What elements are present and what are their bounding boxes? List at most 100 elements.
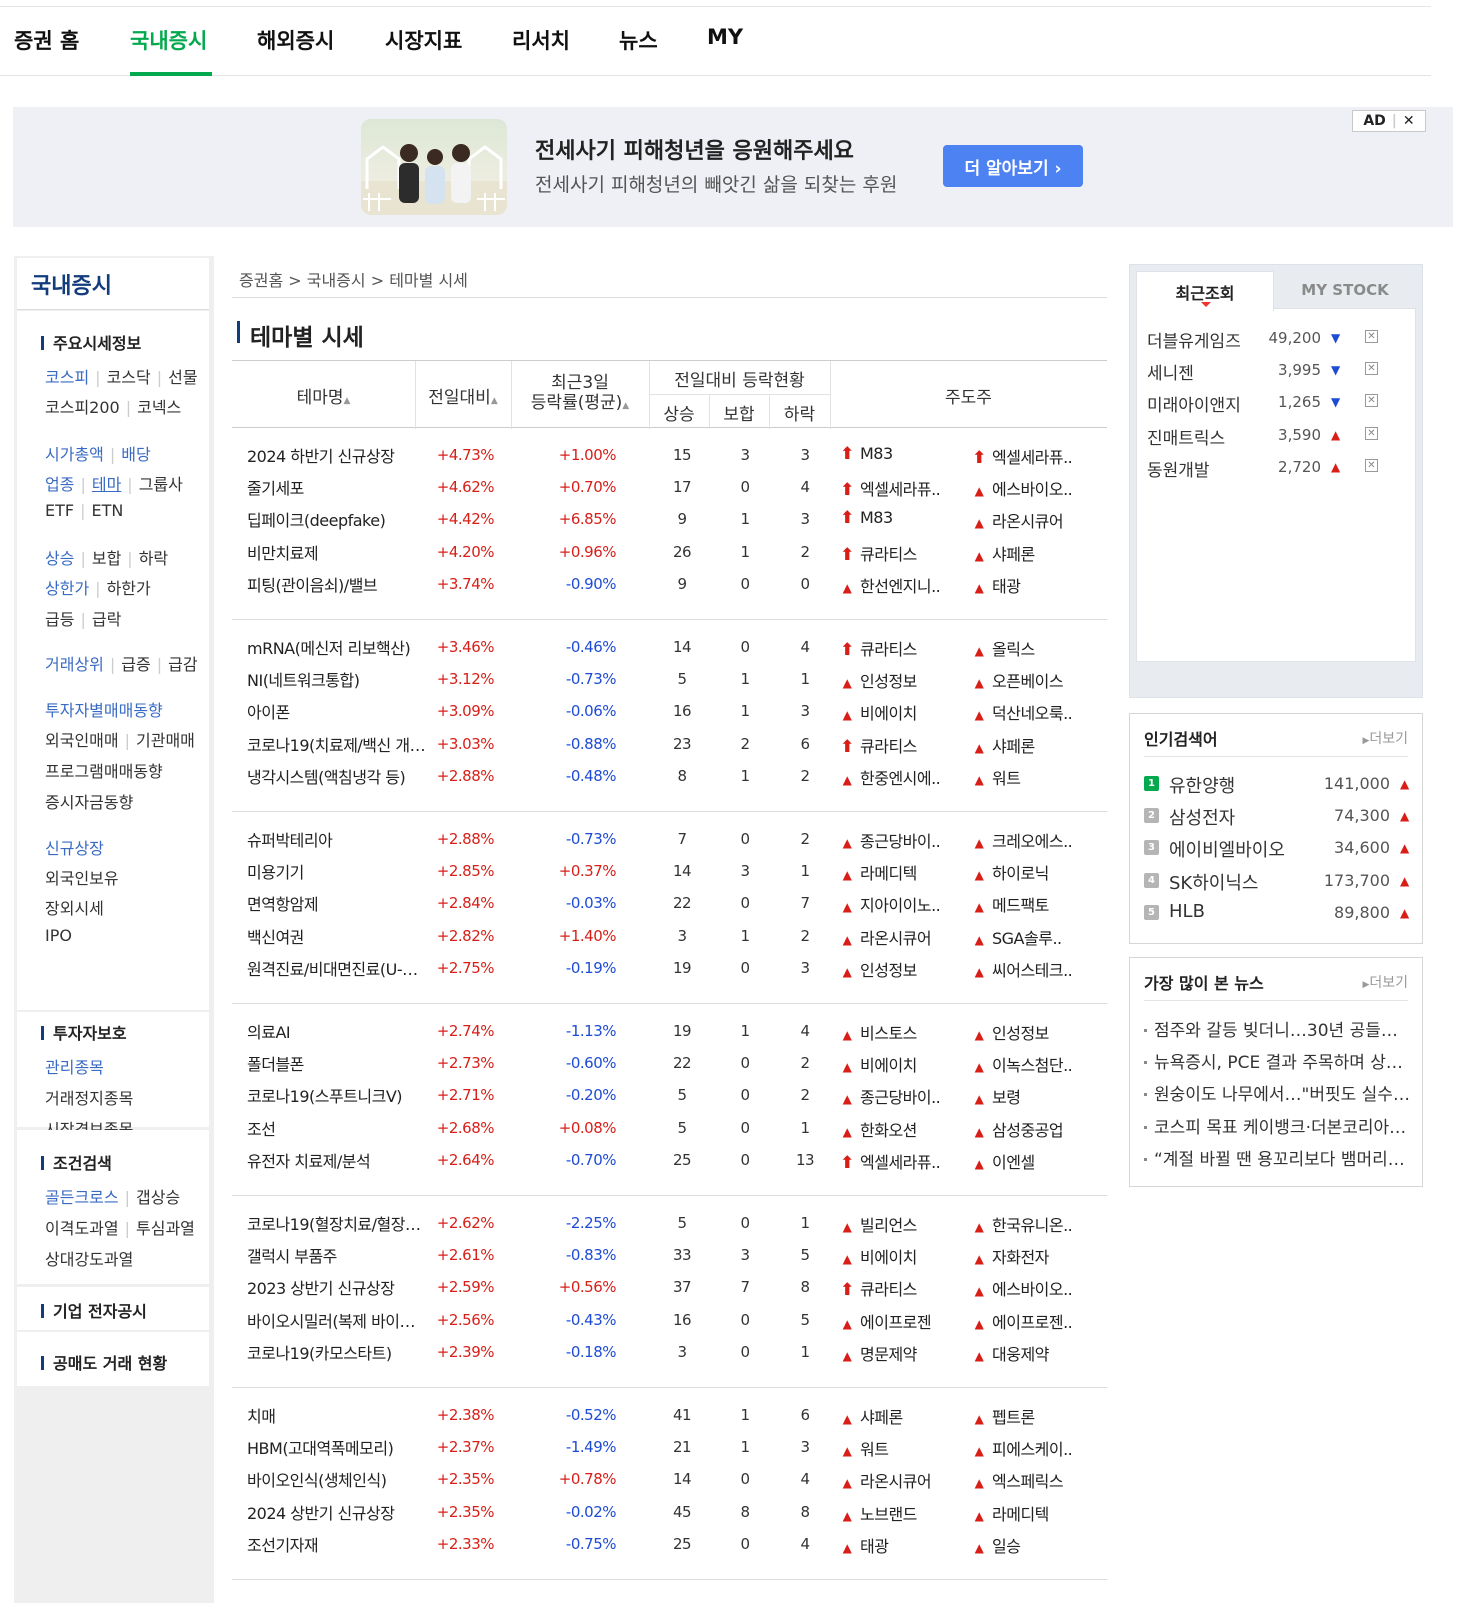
table-row[interactable]: 치매 +2.38% -0.52% 41 1 6 ▲ 샤페론 ▲ 펩트론	[232, 1398, 1107, 1430]
tab-my[interactable]: MY	[707, 25, 743, 49]
popular-stock-name[interactable]: SK하이닉스	[1169, 869, 1258, 895]
leading-stock-link[interactable]: ▲ 샤페론	[840, 1404, 965, 1428]
tab-securities-home[interactable]: 증권 홈	[14, 25, 79, 55]
leading-stock-link[interactable]: ▲ 인성정보	[840, 957, 965, 981]
link-institution-trading[interactable]: 기관매매	[136, 731, 195, 750]
link-fall[interactable]: 하락	[139, 549, 168, 568]
table-row[interactable]: 냉각시스템(액침냉각 등) +2.88% -0.48% 8 1 2 ▲ 한중엔시에.. ▲ 워트	[232, 759, 1107, 791]
table-row[interactable]: 피팅(관이음쇠)/밸브 +3.74% -0.90% 9 0 0 ▲ 한선엔지니.. ▲ 태광	[232, 567, 1107, 599]
table-row[interactable]: 조선 +2.68% +0.08% 5 0 1 ▲ 한화오션 ▲ 삼성중공업	[232, 1111, 1107, 1143]
leading-stock-link[interactable]: ▲ 하이로닉	[972, 860, 1087, 884]
investor-protection-title[interactable]: 투자자보호	[41, 1020, 127, 1044]
table-row[interactable]: mRNA(메신저 리보핵산) +3.46% -0.46% 14 0 4 ⬆ 큐라티스 ▲ 올릭스	[232, 630, 1107, 662]
table-row[interactable]: 조선기자재 +2.33% -0.75% 25 0 4 ▲ 태광 ▲ 일승	[232, 1527, 1107, 1559]
leading-stock-link[interactable]: ▲ 태광	[972, 573, 1087, 597]
theme-name-link[interactable]: 냉각시스템(액침냉각 등)	[247, 764, 427, 788]
news-headline-link[interactable]: 코스피 목표 케이뱅크·더본코리아 상장 임박	[1144, 1113, 1410, 1137]
delete-icon[interactable]: ✕	[1365, 330, 1378, 343]
tab-overseas-market[interactable]: 해외증시	[257, 25, 334, 55]
link-konex[interactable]: 코넥스	[137, 398, 181, 417]
delete-icon[interactable]: ✕	[1365, 458, 1378, 472]
table-row[interactable]: 슈퍼박테리아 +2.88% -0.73% 7 0 2 ▲ 종근당바이.. ▲ 크레오에스..	[232, 822, 1107, 854]
recent-item[interactable]: 세니젠 3,995 ▼ ✕	[1147, 359, 1407, 384]
popular-stock-name[interactable]: 에이비엘바이오	[1169, 836, 1285, 862]
leading-stock-link[interactable]: ⬆ 큐라티스	[840, 636, 965, 660]
leading-stock-link[interactable]: ▲ 에스바이오..	[972, 476, 1087, 500]
leading-stock-link[interactable]: ▲ 한중엔시에..	[840, 765, 965, 789]
theme-name-link[interactable]: 의료AI	[247, 1019, 427, 1043]
theme-name-link[interactable]: 치매	[247, 1403, 427, 1427]
link-kospi200[interactable]: 코스피200	[45, 398, 120, 417]
ad-close-icon[interactable]: ✕	[1403, 113, 1415, 129]
table-row[interactable]: NI(네트워크통합) +3.12% -0.73% 5 1 1 ▲ 인성정보 ▲ 오픈베이스	[232, 662, 1107, 694]
leading-stock-link[interactable]: ⬆ M83	[840, 444, 965, 464]
table-row[interactable]: 코로나19(카모스타트) +2.39% -0.18% 3 0 1 ▲ 명문제약 ▲ 대웅제약	[232, 1335, 1107, 1367]
table-row[interactable]: 딥페이크(deepfake) +4.42% +6.85% 9 1 3 ⬆ M83 ▲ 라온시큐어	[232, 502, 1107, 534]
link-foreign-trading[interactable]: 외국인매매	[45, 731, 119, 750]
leading-stock-link[interactable]: ▲ 종근당바이..	[840, 828, 965, 852]
leading-stock-link[interactable]: ▲ 씨어스테크..	[972, 957, 1087, 981]
link-golden-cross[interactable]: 골든크로스	[45, 1188, 119, 1207]
recent-stock-name[interactable]: 더블유게임즈	[1147, 327, 1241, 352]
theme-name-link[interactable]: 조선	[247, 1116, 427, 1140]
leading-stock-link[interactable]: ▲ 한화오션	[840, 1117, 965, 1141]
leading-stock-link[interactable]: ▲ 샤페론	[972, 541, 1087, 565]
theme-name-link[interactable]: 유전자 치료제/분석	[247, 1148, 427, 1172]
leading-stock-link[interactable]: ⬆ 엑셀세라퓨..	[840, 1149, 965, 1173]
leading-stock-link[interactable]: ▲ 크레오에스..	[972, 828, 1087, 852]
leading-stock-link[interactable]: ▲ 비에이치	[840, 1244, 965, 1268]
theme-name-link[interactable]: 2024 상반기 신규상장	[247, 1500, 427, 1524]
table-row[interactable]: 2024 하반기 신규상장 +4.73% +1.00% 15 3 3 ⬆ M83 ⬆ 엑셀세라퓨.…	[232, 438, 1107, 470]
link-gap-up[interactable]: 갭상승	[136, 1188, 180, 1207]
ad-subtitle[interactable]: 전세사기 피해청년의 빼앗긴 삶을 되찾는 후원	[535, 170, 897, 197]
link-market-cap[interactable]: 시가총액	[45, 445, 104, 464]
link-investor-trading[interactable]: 투자자별매매동향	[45, 697, 163, 721]
leading-stock-link[interactable]: ▲ 비에이치	[840, 700, 965, 724]
leading-stock-link[interactable]: ▲ 이엔셀	[972, 1149, 1087, 1173]
link-lower-limit[interactable]: 하한가	[107, 579, 151, 598]
theme-name-link[interactable]: 아이폰	[247, 699, 427, 723]
leading-stock-link[interactable]: ⬆ 큐라티스	[840, 1276, 965, 1300]
news-headline-link[interactable]: 점주와 갈등 빚더니…30년 공들인 브랜드 결국	[1144, 1016, 1410, 1040]
leading-stock-link[interactable]: ▲ 한국유니온..	[972, 1212, 1087, 1236]
link-plunge[interactable]: 급락	[92, 610, 121, 629]
leading-stock-link[interactable]: ▲ 메드팩토	[972, 892, 1087, 916]
theme-name-link[interactable]: 원격진료/비대면진료(U-Healthcare)	[247, 956, 427, 980]
theme-name-link[interactable]: 백신여권	[247, 924, 427, 948]
tab-my-stock[interactable]: MY STOCK	[1274, 271, 1416, 309]
leading-stock-link[interactable]: ▲ 올릭스	[972, 636, 1087, 660]
left-nav-title[interactable]: 국내증시	[31, 268, 112, 300]
leading-stock-link[interactable]: ▲ 에이프로젠..	[972, 1309, 1087, 1333]
theme-name-link[interactable]: mRNA(메신저 리보핵산)	[247, 635, 427, 659]
leading-stock-link[interactable]: ▲ 비스토스	[840, 1020, 965, 1044]
recent-item[interactable]: 동원개발 2,720 ▲ ✕	[1147, 456, 1407, 481]
link-sector[interactable]: 업종	[45, 475, 74, 494]
leading-stock-link[interactable]: ▲ 보령	[972, 1084, 1087, 1108]
table-row[interactable]: 의료AI +2.74% -1.13% 19 1 4 ▲ 비스토스 ▲ 인성정보	[232, 1014, 1107, 1046]
header-theme-name[interactable]: 테마명▲	[232, 383, 415, 408]
popular-stock-name[interactable]: 유한양행	[1169, 772, 1235, 798]
link-otc-price[interactable]: 장외시세	[45, 895, 104, 919]
link-rise[interactable]: 상승	[45, 549, 74, 568]
link-kospi[interactable]: 코스피	[45, 368, 89, 387]
market-info-title[interactable]: 주요시세정보	[41, 330, 141, 354]
leading-stock-link[interactable]: ▲ 태광	[840, 1533, 965, 1557]
ad-learn-more-button[interactable]: 더 알아보기 ›	[943, 145, 1083, 187]
link-ipo[interactable]: IPO	[45, 926, 72, 945]
ad-title[interactable]: 전세사기 피해청년을 응원해주세요	[535, 133, 854, 165]
theme-name-link[interactable]: 코로나19(스푸트니크V)	[247, 1083, 427, 1107]
recent-stock-name[interactable]: 진매트릭스	[1147, 424, 1225, 449]
leading-stock-link[interactable]: ▲ 오픈베이스	[972, 668, 1087, 692]
link-upper-limit[interactable]: 상한가	[45, 579, 89, 598]
popular-more-link[interactable]: ▶더보기	[1362, 728, 1408, 748]
delete-icon[interactable]: ✕	[1365, 394, 1378, 408]
link-new-listing[interactable]: 신규상장	[45, 835, 104, 859]
recent-item[interactable]: 미래아이앤지 1,265 ▼ ✕	[1147, 391, 1407, 416]
table-row[interactable]: 갤럭시 부품주 +2.61% -0.83% 33 3 5 ▲ 비에이치 ▲ 자화전자	[232, 1238, 1107, 1270]
link-volume-increase[interactable]: 급증	[121, 655, 150, 674]
header-3day-avg[interactable]: 최근3일 등락률(평균)▲	[511, 373, 649, 416]
link-etn[interactable]: ETN	[91, 501, 123, 520]
leading-stock-link[interactable]: ▲ SGA솔루..	[972, 925, 1087, 949]
link-electronic-disclosure[interactable]: 기업 전자공시	[41, 1298, 147, 1322]
leading-stock-link[interactable]: ▲ 라온시큐어	[840, 1468, 965, 1492]
